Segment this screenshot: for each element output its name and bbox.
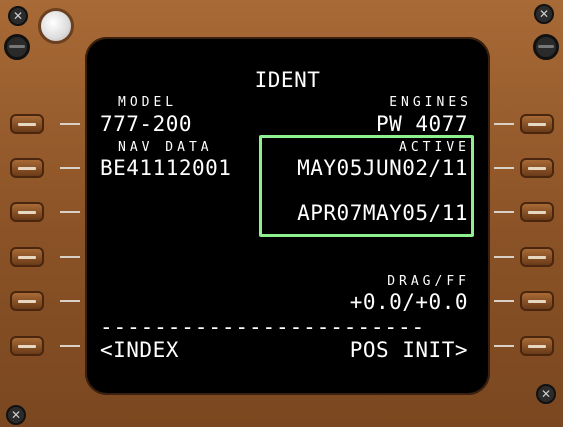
cdu-bezel: ✕ ✕ ✕ ✕ IDENT MODEL 777-200 ENGINES PW 4…	[0, 0, 563, 427]
lsk-tick	[494, 211, 514, 213]
lsk-3r[interactable]	[520, 202, 554, 222]
nav-data-value: BE41112001	[100, 156, 232, 180]
line-select-key-icon	[18, 166, 36, 170]
line-select-key-icon	[18, 255, 36, 259]
separator-line: ------------------------	[100, 315, 426, 339]
screw-icon: ✕	[6, 405, 26, 425]
index-prompt[interactable]: <INDEX	[100, 338, 179, 362]
lsk-tick	[494, 256, 514, 258]
lsk-tick	[494, 123, 514, 125]
lsk-4r[interactable]	[520, 247, 554, 267]
model-label: MODEL	[118, 95, 178, 110]
lsk-tick	[60, 167, 80, 169]
screw-icon: ✕	[534, 4, 554, 24]
line-select-key-icon	[528, 299, 546, 303]
line-select-key-icon	[18, 299, 36, 303]
lsk-5r[interactable]	[520, 291, 554, 311]
page-title: IDENT	[254, 68, 321, 92]
lsk-6r[interactable]	[520, 336, 554, 356]
brightness-knob-icon[interactable]	[4, 34, 30, 60]
lsk-2l[interactable]	[10, 158, 44, 178]
screw-icon: ✕	[8, 6, 28, 26]
lsk-tick	[60, 256, 80, 258]
lsk-4l[interactable]	[10, 247, 44, 267]
lsk-tick	[60, 123, 80, 125]
line-select-key-icon	[528, 255, 546, 259]
line-select-key-icon	[528, 344, 546, 348]
screw-icon: ✕	[536, 384, 556, 404]
pos-init-prompt[interactable]: POS INIT>	[300, 338, 468, 362]
brightness-knob-icon[interactable]	[533, 34, 559, 60]
lsk-tick	[60, 345, 80, 347]
lsk-tick	[494, 167, 514, 169]
nav-data-label: NAV DATA	[118, 140, 213, 155]
line-select-key-icon	[528, 122, 546, 126]
lsk-1r[interactable]	[520, 114, 554, 134]
lsk-tick	[494, 345, 514, 347]
line-select-key-icon	[18, 210, 36, 214]
lsk-6l[interactable]	[10, 336, 44, 356]
drag-ff-value: +0.0/+0.0	[349, 290, 468, 314]
lsk-1l[interactable]	[10, 114, 44, 134]
line-select-key-icon	[528, 210, 546, 214]
model-value: 777-200	[100, 112, 193, 136]
engines-label: ENGINES	[389, 95, 472, 110]
lsk-2r[interactable]	[520, 158, 554, 178]
lsk-tick	[494, 300, 514, 302]
lsk-5l[interactable]	[10, 291, 44, 311]
lsk-3l[interactable]	[10, 202, 44, 222]
annunciator-light	[38, 8, 74, 44]
lsk-tick	[60, 300, 80, 302]
line-select-key-icon	[528, 166, 546, 170]
drag-ff-label: DRAG/FF	[387, 274, 470, 289]
lsk-tick	[60, 211, 80, 213]
line-select-key-icon	[18, 344, 36, 348]
active-dates-highlight	[259, 135, 474, 237]
line-select-key-icon	[18, 122, 36, 126]
engines-value: PW 4077	[375, 112, 468, 136]
